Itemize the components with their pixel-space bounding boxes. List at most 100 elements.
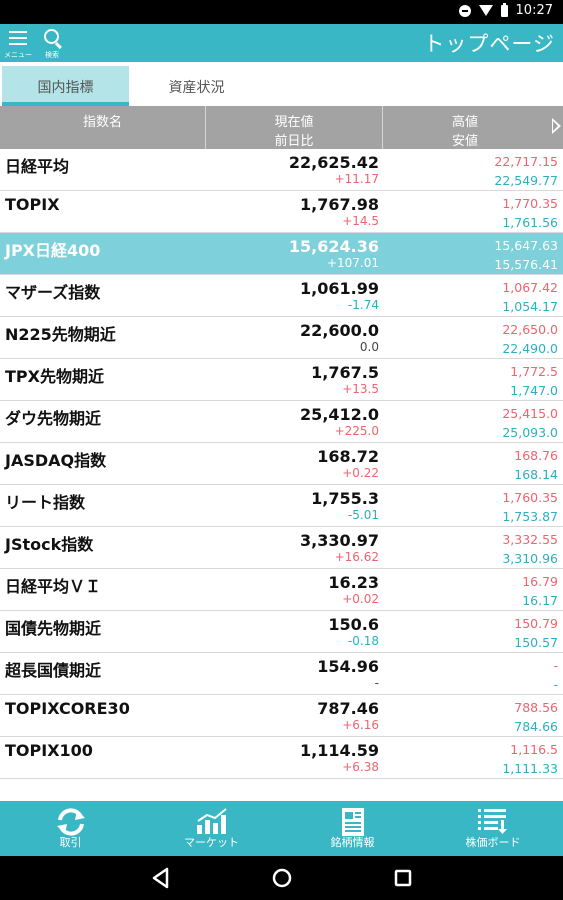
search-button[interactable]: 検索	[34, 26, 70, 60]
high-value: 22,717.15	[494, 154, 558, 169]
index-name: TOPIXCORE30	[5, 699, 130, 718]
current-value: 22,625.42	[288, 153, 379, 172]
day-change: +6.16	[342, 718, 379, 732]
high-value: 1,772.5	[510, 364, 558, 379]
tab-domestic-indicators[interactable]: 国内指標	[2, 66, 129, 106]
high-value: 25,415.0	[502, 406, 558, 421]
index-name: TOPIX	[5, 195, 60, 214]
search-label: 検索	[45, 51, 59, 59]
day-change: -	[374, 676, 379, 690]
table-row[interactable]: ダウ先物期近 25,412.0 +225.0 25,415.0 25,093.0	[0, 401, 563, 443]
high-value: 1,760.35	[502, 490, 558, 505]
current-value: 787.46	[317, 699, 379, 718]
header-price[interactable]: 現在値 前日比	[206, 106, 383, 149]
back-icon[interactable]	[151, 867, 171, 889]
day-change: +13.5	[342, 382, 379, 396]
low-value: 1,111.33	[502, 761, 558, 776]
current-value: 154.96	[317, 657, 379, 676]
day-change: +11.17	[334, 172, 379, 186]
high-value: 168.76	[514, 448, 558, 463]
table-row[interactable]: TOPIX100 1,114.59 +6.38 1,116.5 1,111.33	[0, 737, 563, 779]
day-change: -0.18	[347, 634, 379, 648]
table-row[interactable]: マザーズ指数 1,061.99 -1.74 1,067.42 1,054.17	[0, 275, 563, 317]
nav-stock-info-label: 銘柄情報	[330, 836, 375, 849]
day-change: +0.22	[342, 466, 379, 480]
index-name: JPX日経400	[5, 241, 101, 260]
current-value: 150.6	[328, 615, 379, 634]
board-list-icon	[478, 809, 507, 834]
index-name: N225先物期近	[5, 325, 116, 344]
table-row[interactable]: N225先物期近 22,600.0 0.0 22,650.0 22,490.0	[0, 317, 563, 359]
home-icon[interactable]	[271, 867, 293, 889]
low-value: 1,747.0	[510, 383, 558, 398]
page-title: トップページ	[423, 32, 555, 56]
low-value: 3,310.96	[502, 551, 558, 566]
nav-stock-board-label: 株価ボード	[465, 836, 521, 849]
day-change: 0.0	[359, 340, 379, 354]
table-row[interactable]: TPX先物期近 1,767.5 +13.5 1,772.5 1,747.0	[0, 359, 563, 401]
day-change: -1.74	[347, 298, 379, 312]
scroll-right-arrow-icon[interactable]	[552, 118, 561, 134]
header-range[interactable]: 高値 安値	[383, 106, 547, 149]
low-value: 22,490.0	[502, 341, 558, 356]
low-value: 1,761.56	[502, 215, 558, 230]
low-value: -	[553, 677, 558, 692]
nav-trade[interactable]: 取引	[0, 801, 141, 856]
refresh-arrows-icon	[56, 808, 85, 836]
nav-market[interactable]: マーケット	[141, 801, 282, 856]
low-value: 16.17	[522, 593, 558, 608]
current-value: 22,600.0	[300, 321, 379, 340]
index-name: 日経平均ＶＩ	[5, 577, 102, 596]
day-change: +225.0	[334, 424, 379, 438]
high-value: 1,770.35	[502, 196, 558, 211]
status-bar: 10:27	[0, 0, 563, 24]
wifi-icon	[478, 5, 493, 16]
nav-stock-info[interactable]: 銘柄情報	[282, 801, 423, 856]
low-value: 1,054.17	[502, 299, 558, 314]
index-name: 日経平均	[5, 157, 70, 176]
table-row[interactable]: リート指数 1,755.3 -5.01 1,760.35 1,753.87	[0, 485, 563, 527]
header-name[interactable]: 指数名	[0, 106, 206, 149]
current-value: 25,412.0	[300, 405, 379, 424]
current-value: 1,755.3	[311, 489, 379, 508]
current-value: 15,624.36	[288, 237, 379, 256]
nav-trade-label: 取引	[59, 836, 82, 849]
app-bar: メニュー 検索 トップページ	[0, 24, 563, 62]
current-value: 1,767.5	[311, 363, 379, 382]
table-row[interactable]: JStock指数 3,330.97 +16.62 3,332.55 3,310.96	[0, 527, 563, 569]
table-row[interactable]: TOPIXCORE30 787.46 +6.16 788.56 784.66	[0, 695, 563, 737]
index-name: JStock指数	[5, 535, 94, 554]
recents-icon[interactable]	[393, 867, 413, 889]
current-value: 1,061.99	[300, 279, 379, 298]
status-time: 10:27	[515, 3, 553, 18]
high-value: 1,067.42	[502, 280, 558, 295]
high-value: 150.79	[514, 616, 558, 631]
table-row[interactable]: 日経平均 22,625.42 +11.17 22,717.15 22,549.77	[0, 149, 563, 191]
table-row[interactable]: JASDAQ指数 168.72 +0.22 168.76 168.14	[0, 443, 563, 485]
current-value: 16.23	[328, 573, 379, 592]
menu-label: メニュー	[4, 51, 32, 59]
nav-stock-board[interactable]: 株価ボード	[423, 801, 563, 856]
day-change: +107.01	[326, 256, 379, 270]
index-name: 超長国債期近	[5, 661, 102, 680]
menu-button[interactable]: メニュー	[0, 26, 36, 60]
low-value: 1,753.87	[502, 509, 558, 524]
index-name: ダウ先物期近	[5, 409, 102, 428]
table-row[interactable]: TOPIX 1,767.98 +14.5 1,770.35 1,761.56	[0, 191, 563, 233]
nav-market-label: マーケット	[184, 836, 239, 849]
low-value: 25,093.0	[502, 425, 558, 440]
high-value: 3,332.55	[502, 532, 558, 547]
table-row[interactable]: 日経平均ＶＩ 16.23 +0.02 16.79 16.17	[0, 569, 563, 611]
index-name: マザーズ指数	[5, 283, 101, 302]
hamburger-icon	[9, 31, 27, 45]
low-value: 168.14	[514, 467, 558, 482]
low-value: 150.57	[514, 635, 558, 650]
tab-asset-status[interactable]: 資産状況	[133, 66, 260, 106]
search-icon	[44, 29, 59, 44]
bottom-nav: 取引 マーケット 銘柄情報 株価ボード	[0, 801, 563, 856]
table-row[interactable]: 超長国債期近 154.96- - -	[0, 653, 563, 695]
table-row[interactable]: 国債先物期近 150.6 -0.18 150.79 150.57	[0, 611, 563, 653]
table-row[interactable]: JPX日経400 15,624.36 +107.01 15,647.63 15,576.…	[0, 233, 563, 275]
battery-icon	[500, 2, 508, 17]
day-change: +16.62	[334, 550, 379, 564]
